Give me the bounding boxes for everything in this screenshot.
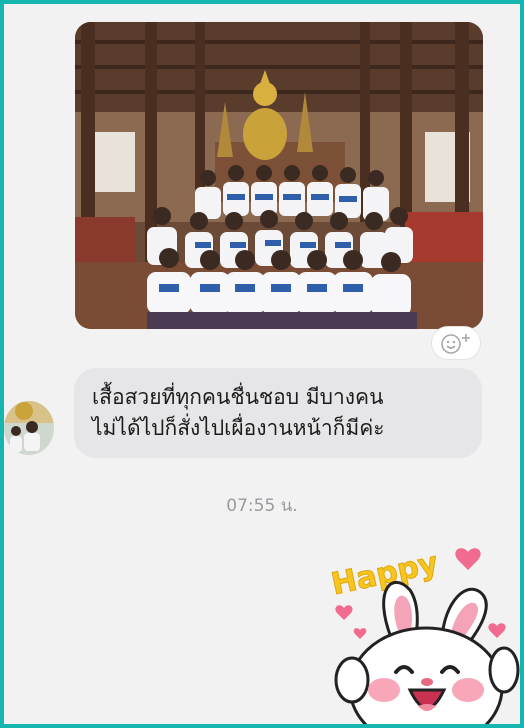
- bunny-sticker-image: Happy: [328, 545, 520, 724]
- smiley-plus-icon: [441, 334, 470, 354]
- message-line: ไม่ได้ไปก็สั่งไปเผื่องานหน้าก็มีค่ะ: [92, 416, 385, 440]
- chat-screen: เสื้อสวยที่ทุกคนชื่นชอบ มีบางคน ไม่ได้ไป…: [4, 4, 520, 724]
- photo-message[interactable]: [75, 22, 483, 329]
- text-message-bubble[interactable]: เสื้อสวยที่ทุกคนชื่นชอบ มีบางคน ไม่ได้ไป…: [74, 368, 482, 458]
- group-photo-image: [75, 22, 483, 329]
- avatar-photo: [4, 401, 54, 455]
- add-reaction-button[interactable]: [431, 326, 481, 360]
- message-timestamp: 07:55 น.: [226, 496, 298, 516]
- sender-avatar[interactable]: [4, 401, 54, 455]
- message-line: เสื้อสวยที่ทุกคนชื่นชอบ มีบางคน: [92, 385, 384, 409]
- happy-bunny-sticker[interactable]: Happy: [322, 530, 520, 724]
